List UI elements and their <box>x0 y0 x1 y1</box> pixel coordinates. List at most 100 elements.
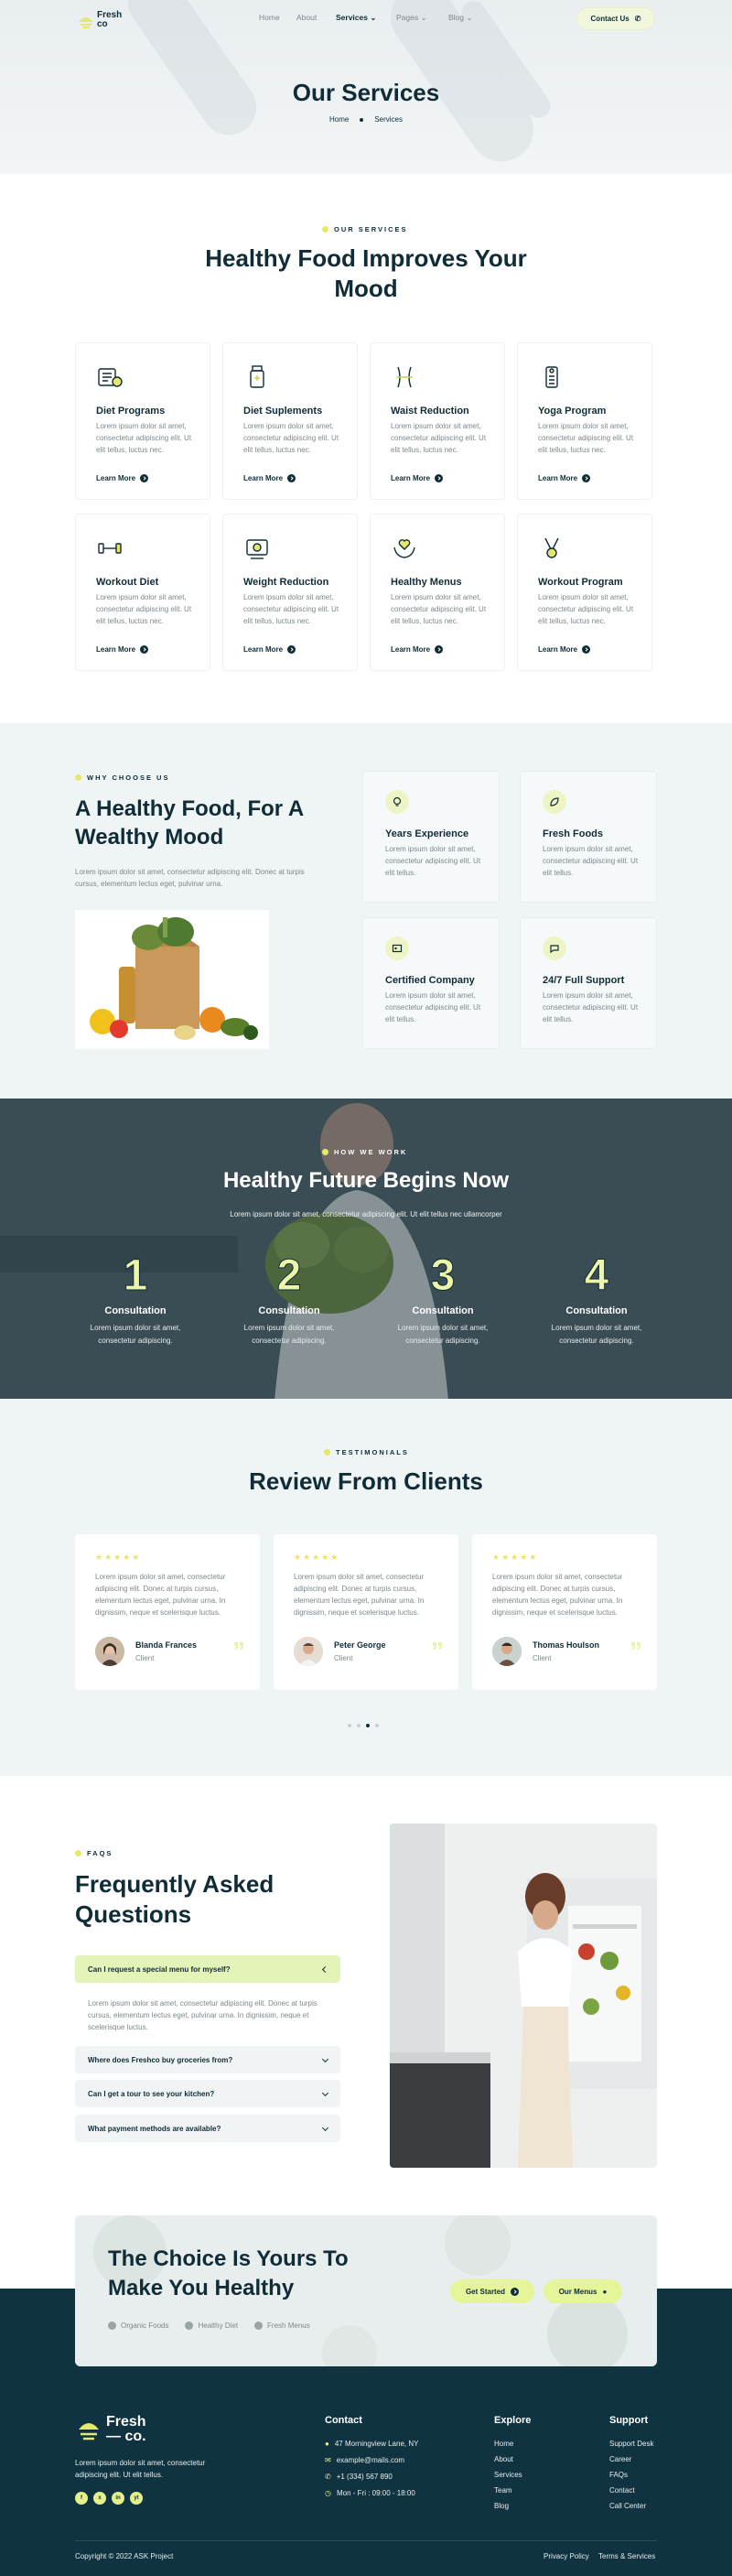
get-started-button[interactable]: Get Started <box>450 2279 534 2303</box>
footer-link-services[interactable]: Services <box>494 2471 522 2479</box>
service-card-title: Yoga Program <box>538 406 607 417</box>
breadcrumb-home[interactable]: Home <box>329 115 349 124</box>
service-card-workout-program[interactable]: Workout Program Lorem ipsum dolor sit am… <box>517 514 652 671</box>
why-eyebrow-text: WHY CHOOSE US <box>87 774 170 782</box>
faq-question-text: What payment methods are available? <box>88 2124 221 2133</box>
our-menus-button[interactable]: Our Menus ● <box>544 2279 622 2303</box>
footer-contact-phone[interactable]: ✆ +1 (334) 567 890 <box>325 2473 393 2481</box>
learn-more-link[interactable]: Learn More <box>538 474 591 482</box>
service-card-yoga-program[interactable]: Yoga Program Lorem ipsum dolor sit amet,… <box>517 342 652 500</box>
our-menus-label: Our Menus <box>558 2287 597 2296</box>
why-card-desc: Lorem ipsum dolor sit amet, consectetur … <box>543 845 639 877</box>
logo-text[interactable]: Fresh co <box>97 11 122 29</box>
twitter-icon[interactable]: x <box>93 2492 106 2505</box>
linkedin-icon[interactable]: in <box>112 2492 124 2505</box>
phone-icon: ✆ <box>325 2473 331 2481</box>
footer-link-about[interactable]: About <box>494 2455 513 2463</box>
carousel-dot[interactable] <box>375 1724 379 1727</box>
service-card-healthy-menus[interactable]: Healthy Menus Lorem ipsum dolor sit amet… <box>370 514 505 671</box>
footer-link-support-desk[interactable]: Support Desk <box>609 2440 653 2448</box>
breadcrumb-separator <box>360 117 364 122</box>
carousel-dot[interactable] <box>348 1724 351 1727</box>
service-card-title: Healthy Menus <box>391 577 462 588</box>
faq-question[interactable]: Where does Freshco buy groceries from? <box>75 2046 340 2073</box>
learn-more-link[interactable]: Learn More <box>96 474 149 482</box>
terms-link[interactable]: Terms & Services <box>598 2552 655 2560</box>
service-card-title: Workout Program <box>538 577 623 588</box>
nav-about[interactable]: About <box>296 13 317 22</box>
step-number: 2 <box>276 1251 302 1300</box>
logo-icon[interactable] <box>75 9 97 31</box>
check-icon <box>185 2322 194 2331</box>
learn-more-link[interactable]: Learn More <box>391 474 444 482</box>
service-card-waist-reduction[interactable]: Waist Reduction Lorem ipsum dolor sit am… <box>370 342 505 500</box>
avatar <box>492 1637 522 1666</box>
footer-logo-text[interactable]: Fresh — co. <box>106 2415 146 2444</box>
chevron-down-icon <box>321 2124 329 2131</box>
nav-services[interactable]: Services ⌄ <box>336 13 376 23</box>
service-card-diet-supplements[interactable]: Diet Suplements Lorem ipsum dolor sit am… <box>222 342 358 500</box>
footer-link-contact[interactable]: Contact <box>609 2486 635 2495</box>
testimonial-card: ★★★★★ Lorem ipsum dolor sit amet, consec… <box>274 1534 458 1690</box>
testimonial-quote: Lorem ipsum dolor sit amet, consectetur … <box>95 1573 226 1617</box>
privacy-policy-link[interactable]: Privacy Policy <box>544 2552 589 2560</box>
leaf-icon <box>543 790 566 814</box>
footer-contact-email[interactable]: ✉ example@mails.com <box>325 2456 404 2464</box>
step-desc: Lorem ipsum dolor sit amet, consectetur … <box>90 1324 181 1345</box>
process-desc: Lorem ipsum dolor sit amet, consectetur … <box>230 1210 502 1218</box>
footer-link-blog[interactable]: Blog <box>494 2502 509 2510</box>
contact-us-button[interactable]: Contact Us ✆ <box>576 7 655 30</box>
learn-more-link[interactable]: Learn More <box>243 645 296 654</box>
rating-stars: ★★★★★ <box>95 1553 142 1562</box>
service-card-desc: Lorem ipsum dolor sit amet, consectetur … <box>391 593 487 625</box>
carousel-dot-active[interactable] <box>366 1724 370 1727</box>
youtube-icon[interactable]: yt <box>130 2492 143 2505</box>
why-card-title: Certified Company <box>385 975 475 986</box>
faq-question[interactable]: What payment methods are available? <box>75 2115 340 2142</box>
faq-question[interactable]: Can I get a tour to see your kitchen? <box>75 2080 340 2107</box>
quote-icon: ” <box>232 1637 245 1665</box>
footer-link-home[interactable]: Home <box>494 2440 513 2448</box>
cta-tag: Healthy Diet <box>185 2322 238 2331</box>
learn-more-link[interactable]: Learn More <box>96 645 149 654</box>
cta-tags: Organic Foods Healthy Diet Fresh Menus <box>108 2322 310 2331</box>
arrow-right-icon <box>582 645 591 654</box>
footer-link-career[interactable]: Career <box>609 2455 631 2463</box>
service-card-workout-diet[interactable]: Workout Diet Lorem ipsum dolor sit amet,… <box>75 514 210 671</box>
facebook-icon[interactable]: f <box>75 2492 88 2505</box>
carousel-dot[interactable] <box>357 1724 361 1727</box>
learn-more-label: Learn More <box>538 645 578 654</box>
why-eyebrow: WHY CHOOSE US <box>75 774 169 782</box>
step-number: 1 <box>123 1251 148 1300</box>
step-desc: Lorem ipsum dolor sit amet, consectetur … <box>551 1324 642 1345</box>
learn-more-label: Learn More <box>391 474 431 482</box>
testimonial-card: ★★★★★ Lorem ipsum dolor sit amet, consec… <box>472 1534 657 1690</box>
learn-more-link[interactable]: Learn More <box>243 474 296 482</box>
step-desc: Lorem ipsum dolor sit amet, consectetur … <box>243 1324 335 1345</box>
chevron-left-icon <box>321 1965 329 1973</box>
service-card-weight-reduction[interactable]: Weight Reduction Lorem ipsum dolor sit a… <box>222 514 358 671</box>
step-title: Consultation <box>565 1305 628 1316</box>
get-started-label: Get Started <box>465 2287 506 2296</box>
footer-link-faqs[interactable]: FAQs <box>609 2471 628 2479</box>
nav-blog[interactable]: Blog ⌄ <box>448 13 473 23</box>
address-text: 47 Morningview Lane, NY <box>334 2440 419 2448</box>
footer-link-team[interactable]: Team <box>494 2486 512 2495</box>
footer-logo-icon[interactable] <box>75 2415 102 2442</box>
nav-pages[interactable]: Pages ⌄ <box>396 13 427 23</box>
arrow-right-icon <box>511 2287 520 2296</box>
cta-title-line2: Make You Healthy <box>108 2276 295 2300</box>
client-role: Client <box>135 1654 155 1662</box>
process-eyebrow-text: HOW WE WORK <box>334 1148 408 1156</box>
service-card-diet-programs[interactable]: Diet Programs Lorem ipsum dolor sit amet… <box>75 342 210 500</box>
why-card-desc: Lorem ipsum dolor sit amet, consectetur … <box>385 845 481 877</box>
learn-more-link[interactable]: Learn More <box>538 645 591 654</box>
faq-question-text: Where does Freshco buy groceries from? <box>88 2055 233 2064</box>
testimonial-quote: Lorem ipsum dolor sit amet, consectetur … <box>294 1573 425 1617</box>
yoga-icon <box>538 363 565 391</box>
chevron-down-icon <box>321 2089 329 2096</box>
footer-link-call-center[interactable]: Call Center <box>609 2502 646 2510</box>
learn-more-link[interactable]: Learn More <box>391 645 444 654</box>
faq-question-open[interactable]: Can I request a special menu for myself? <box>75 1955 340 1983</box>
nav-home[interactable]: Home <box>259 13 280 22</box>
